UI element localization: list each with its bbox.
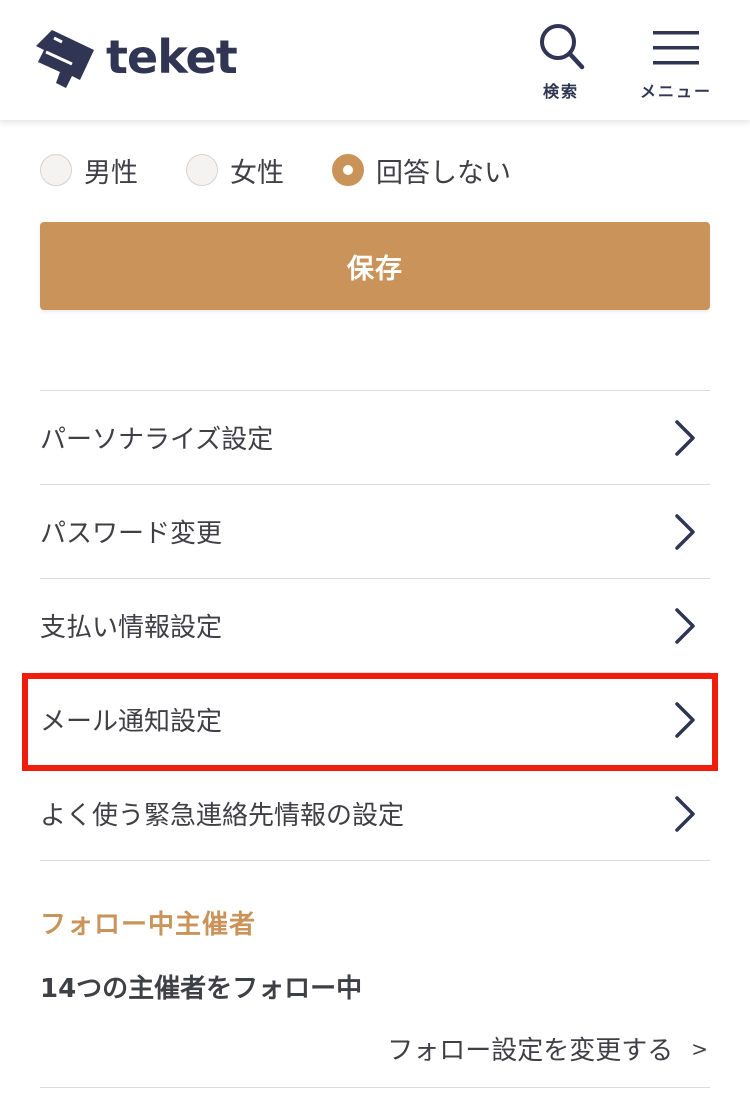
- divider: [40, 1087, 710, 1088]
- change-follow-settings-label: フォロー設定を変更する: [387, 1036, 674, 1066]
- logo-wordmark: teket: [106, 30, 238, 84]
- hamburger-menu-icon: [653, 31, 699, 65]
- teket-logo[interactable]: teket: [32, 26, 238, 92]
- ticket-logo-icon: [36, 30, 94, 88]
- gender-option-female[interactable]: 女性: [186, 151, 284, 190]
- chevron-right-icon: [674, 607, 696, 645]
- search-label: 検索: [542, 82, 579, 101]
- gender-option-male[interactable]: 男性: [40, 151, 138, 190]
- settings-item-password[interactable]: パスワード変更: [40, 485, 710, 579]
- gender-radio-group: 男性 女性 回答しない: [40, 150, 559, 190]
- followed-organizers-heading: フォロー中主催者: [40, 910, 257, 940]
- chevron-right-icon: >: [691, 1036, 708, 1061]
- save-button[interactable]: 保存: [40, 222, 710, 310]
- radio-button-selected[interactable]: [332, 154, 364, 186]
- change-follow-settings-link[interactable]: フォロー設定を変更する >: [387, 1030, 708, 1067]
- settings-item-emergency-contact[interactable]: よく使う緊急連絡先情報の設定: [40, 767, 710, 861]
- gender-option-no-answer[interactable]: 回答しない: [332, 151, 511, 190]
- settings-item-label: メール通知設定: [40, 707, 223, 737]
- settings-item-label: 支払い情報設定: [40, 613, 223, 643]
- settings-item-label: よく使う緊急連絡先情報の設定: [40, 801, 405, 831]
- follow-count-text: 14つの主催者をフォロー中: [40, 974, 363, 1004]
- chevron-right-icon: [674, 795, 696, 833]
- radio-button[interactable]: [40, 154, 72, 186]
- search-button[interactable]: 検索: [532, 22, 590, 102]
- chevron-right-icon: [674, 513, 696, 551]
- settings-item-label: パスワード変更: [40, 519, 223, 549]
- settings-list: パーソナライズ設定 パスワード変更 支払い情報設定 メール通知設定 よく使う緊急…: [40, 390, 710, 861]
- radio-label: 男性: [84, 157, 138, 189]
- chevron-right-icon: [674, 701, 696, 739]
- search-icon: [540, 24, 585, 70]
- settings-item-personalize[interactable]: パーソナライズ設定: [40, 391, 710, 485]
- settings-item-payment[interactable]: 支払い情報設定: [40, 579, 710, 673]
- menu-label: メニュー: [639, 82, 712, 101]
- settings-item-label: パーソナライズ設定: [40, 425, 274, 455]
- radio-label: 女性: [230, 157, 284, 189]
- radio-button[interactable]: [186, 154, 218, 186]
- menu-button[interactable]: メニュー: [636, 22, 716, 102]
- chevron-right-icon: [674, 419, 696, 457]
- radio-label: 回答しない: [376, 157, 511, 189]
- settings-item-email-notification[interactable]: メール通知設定: [40, 673, 710, 767]
- app-header: teket 検索 メニュー: [0, 0, 750, 120]
